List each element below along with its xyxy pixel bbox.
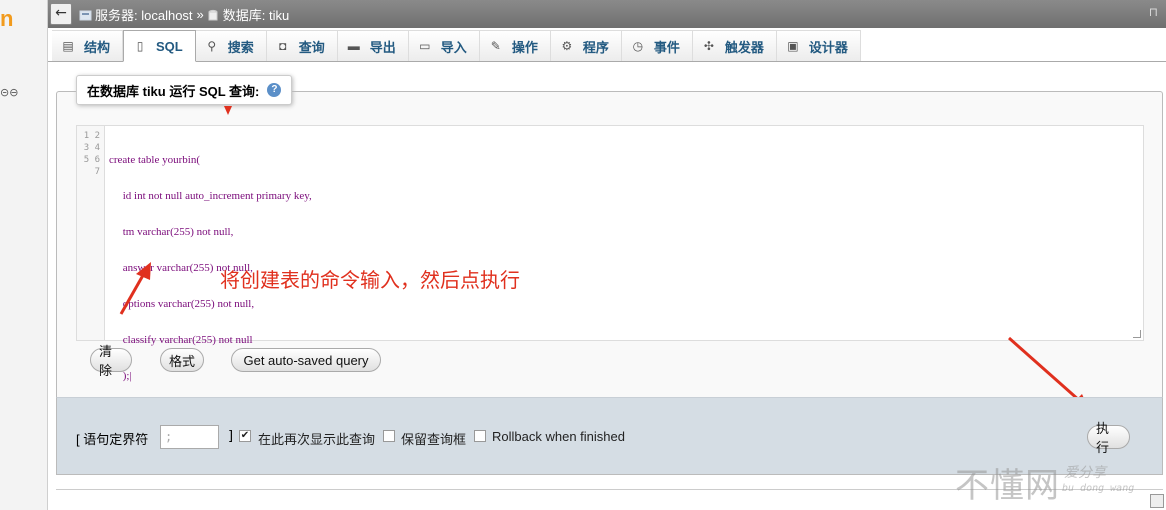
watermark-subtext: 爱分享 — [1064, 465, 1106, 481]
arrow-to-legend — [224, 106, 232, 115]
keep-query-box-checkbox[interactable] — [383, 430, 395, 442]
get-auto-saved-query-button[interactable]: Get auto-saved query — [231, 348, 381, 372]
clear-button[interactable]: 清除 — [90, 344, 132, 378]
delimiter-label-close: ] — [228, 429, 234, 444]
watermark-text: 不懂网 — [955, 466, 1060, 506]
go-button[interactable]: 执行 — [1087, 421, 1130, 455]
rollback-label[interactable]: Rollback when finished — [492, 429, 625, 444]
delimiter-label: [ 语句定界符 — [76, 432, 149, 447]
rollback-checkbox[interactable] — [474, 430, 486, 442]
keep-query-box-label[interactable]: 保留查询框 — [401, 429, 466, 448]
watermark-pinyin: bu dong wang — [1062, 483, 1135, 494]
arrow-to-editor — [119, 262, 151, 315]
format-button[interactable]: 格式 — [160, 348, 204, 372]
scroll-corner-icon[interactable] — [1150, 494, 1164, 508]
show-query-checkbox[interactable]: ✔ — [239, 430, 251, 442]
show-query-label[interactable]: 在此再次显示此查询 — [258, 429, 375, 448]
delimiter-input[interactable]: ; — [160, 425, 219, 449]
